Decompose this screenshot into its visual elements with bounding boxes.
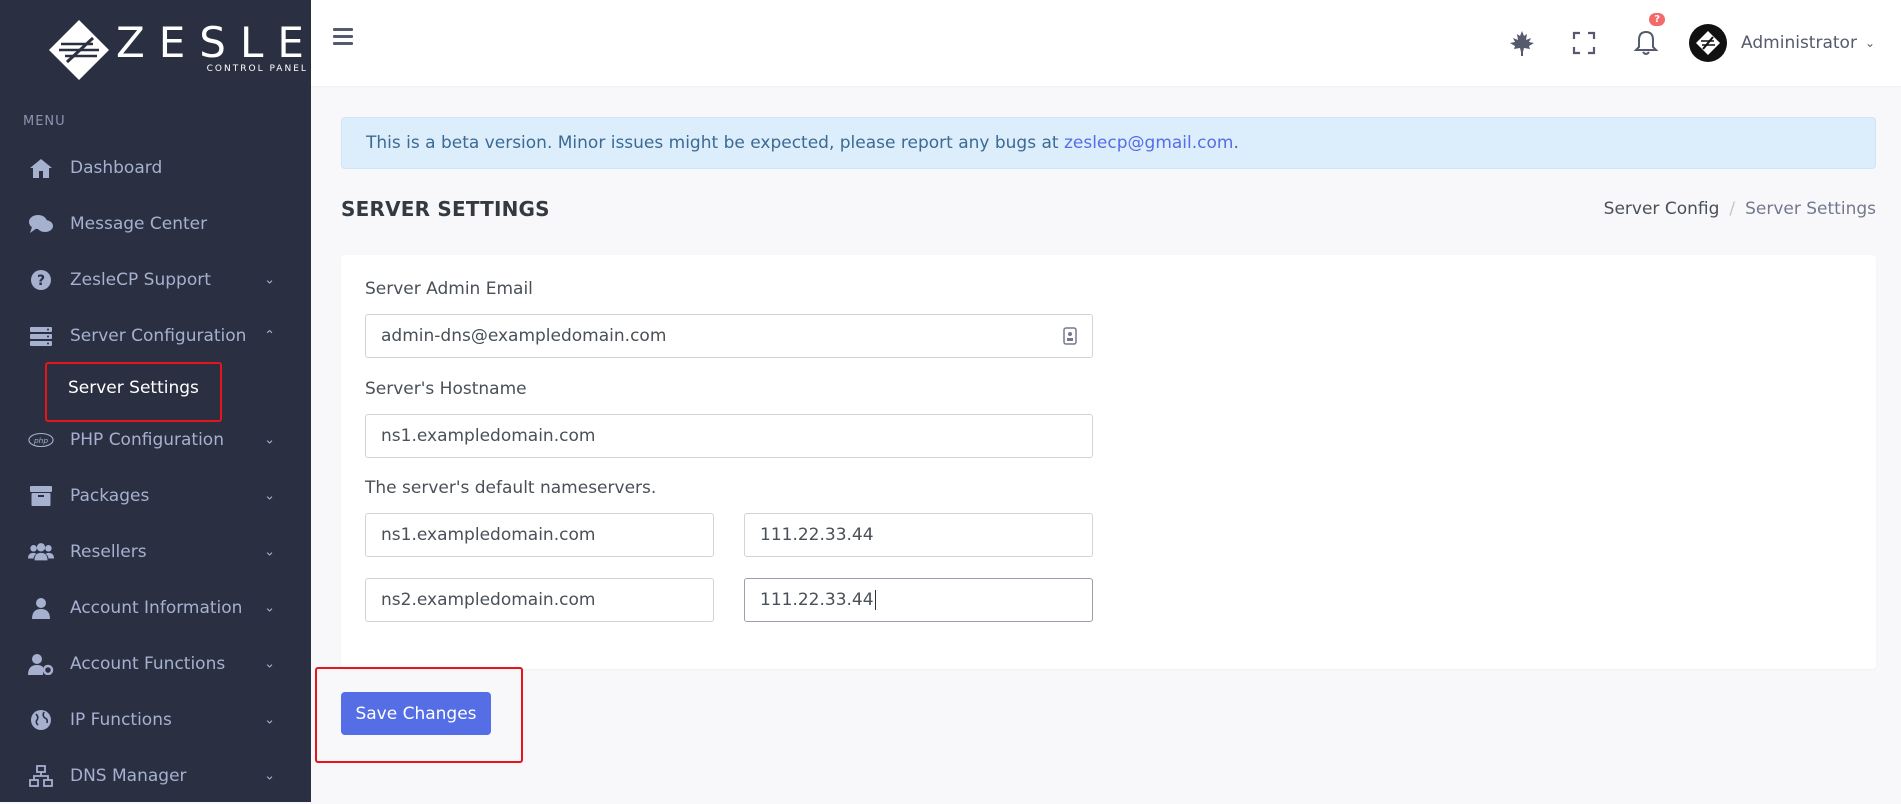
fullscreen-icon — [1572, 31, 1596, 55]
home-icon — [28, 156, 54, 180]
chevron-down-icon: ⌄ — [1864, 36, 1875, 50]
breadcrumb-item-server-settings: Server Settings — [1745, 199, 1876, 219]
chevron-down-icon: ⌄ — [264, 712, 275, 728]
sidebar-item-packages[interactable]: Packages ⌄ — [0, 468, 311, 524]
maple-leaf-icon — [1510, 31, 1535, 56]
breadcrumb-item-server-config[interactable]: Server Config — [1604, 199, 1720, 219]
hostname-input[interactable]: ns1.exampledomain.com — [365, 414, 1093, 458]
nameservers-label: The server's default nameservers. — [365, 478, 657, 498]
network-icon — [28, 764, 54, 788]
server-icon — [28, 324, 54, 348]
sidebar-subitem-label: Server Settings — [68, 378, 199, 398]
menu-toggle-icon[interactable] — [333, 28, 353, 48]
contact-card-icon[interactable] — [1062, 327, 1078, 350]
nameserver-1-ip-value: 111.22.33.44 — [760, 525, 874, 545]
sidebar-item-zeslecp-support[interactable]: ? ZesleCP Support ⌄ — [0, 252, 311, 308]
nameserver-1-host-input[interactable]: ns1.exampledomain.com — [365, 513, 714, 557]
svg-text:?: ? — [37, 273, 45, 289]
sidebar-subitem-server-settings[interactable]: Server Settings — [0, 364, 311, 412]
sidebar-item-label: Dashboard — [70, 158, 163, 178]
topbar: ? Administrator ⌄ — [311, 0, 1901, 86]
admin-email-value: admin-dns@exampledomain.com — [381, 326, 667, 346]
globe-icon — [28, 708, 54, 732]
menu-title: MENU — [23, 114, 66, 129]
user-name: Administrator — [1741, 33, 1857, 53]
nameserver-1-host-value: ns1.exampledomain.com — [381, 525, 596, 545]
user-icon — [28, 596, 54, 620]
nameserver-2-ip-value: 111.22.33.44 — [760, 590, 874, 610]
breadcrumb-separator: / — [1729, 199, 1736, 219]
save-changes-button[interactable]: Save Changes — [341, 692, 491, 735]
chat-icon — [28, 212, 54, 236]
main-content: This is a beta version. Minor issues mig… — [341, 117, 1876, 669]
sidebar-item-ip-functions[interactable]: IP Functions ⌄ — [0, 692, 311, 748]
notifications-button[interactable]: ? — [1615, 0, 1677, 86]
logo[interactable]: ZESLE CONTROL PANEL — [0, 0, 311, 100]
sidebar-item-php-configuration[interactable]: php PHP Configuration ⌄ — [0, 412, 311, 468]
chevron-down-icon: ⌄ — [264, 488, 275, 504]
chevron-down-icon: ⌄ — [264, 768, 275, 784]
sidebar-item-message-center[interactable]: Message Center — [0, 196, 311, 252]
beta-alert: This is a beta version. Minor issues mig… — [341, 117, 1876, 169]
php-icon: php — [28, 428, 54, 452]
chevron-down-icon: ⌄ — [264, 272, 275, 288]
chevron-down-icon: ⌄ — [264, 544, 275, 560]
sidebar-item-resellers[interactable]: Resellers ⌄ — [0, 524, 311, 580]
hostname-value: ns1.exampledomain.com — [381, 426, 596, 446]
settings-card: Server Admin Email admin-dns@exampledoma… — [341, 255, 1876, 669]
nameserver-2-host-input[interactable]: ns2.exampledomain.com — [365, 578, 714, 622]
sidebar-item-account-functions[interactable]: Account Functions ⌄ — [0, 636, 311, 692]
sidebar-item-dashboard[interactable]: Dashboard — [0, 140, 311, 196]
sidebar: ZESLE CONTROL PANEL MENU Dashboard Messa… — [0, 0, 311, 802]
language-flag-button[interactable] — [1491, 0, 1553, 86]
bell-icon — [1633, 30, 1659, 55]
page-header: SERVER SETTINGS Server Config / Server S… — [341, 179, 1876, 239]
admin-email-input[interactable]: admin-dns@exampledomain.com — [365, 314, 1093, 358]
sidebar-item-account-information[interactable]: Account Information ⌄ — [0, 580, 311, 636]
fullscreen-button[interactable] — [1553, 0, 1615, 86]
nameserver-2-host-value: ns2.exampledomain.com — [381, 590, 596, 610]
box-icon — [28, 484, 54, 508]
php-icon-text: php — [33, 436, 48, 445]
chevron-down-icon: ⌄ — [264, 656, 275, 672]
sidebar-nav: Dashboard Message Center ? ZesleCP Suppo… — [0, 140, 311, 804]
admin-email-label: Server Admin Email — [365, 279, 533, 299]
notification-badge: ? — [1649, 13, 1666, 26]
sidebar-item-label: Message Center — [70, 214, 208, 234]
page-title: SERVER SETTINGS — [341, 197, 550, 221]
user-menu-button[interactable]: Administrator ⌄ — [1677, 0, 1901, 86]
user-cog-icon — [28, 652, 54, 676]
chevron-up-icon: ⌃ — [264, 328, 275, 344]
topbar-actions: ? Administrator ⌄ — [1491, 0, 1901, 86]
alert-text: This is a beta version. Minor issues mig… — [366, 133, 1059, 153]
sidebar-item-server-configuration[interactable]: Server Configuration ⌃ — [0, 308, 311, 364]
nameserver-2-ip-input[interactable]: 111.22.33.44 — [744, 578, 1093, 622]
hostname-label: Server's Hostname — [365, 379, 527, 399]
help-circle-icon: ? — [28, 268, 54, 292]
sidebar-item-dns-manager[interactable]: DNS Manager ⌄ — [0, 748, 311, 804]
users-icon — [28, 540, 54, 564]
avatar — [1689, 24, 1728, 62]
brand-name: ZESLE — [116, 18, 318, 67]
text-caret — [874, 590, 876, 610]
breadcrumb: Server Config / Server Settings — [1604, 199, 1876, 219]
alert-suffix: . — [1233, 133, 1239, 153]
chevron-down-icon: ⌄ — [264, 600, 275, 616]
avatar-logo-icon — [1696, 31, 1721, 55]
support-email-link[interactable]: zeslecp@gmail.com — [1064, 133, 1234, 153]
chevron-down-icon: ⌄ — [264, 432, 275, 448]
nameserver-1-ip-input[interactable]: 111.22.33.44 — [744, 513, 1093, 557]
